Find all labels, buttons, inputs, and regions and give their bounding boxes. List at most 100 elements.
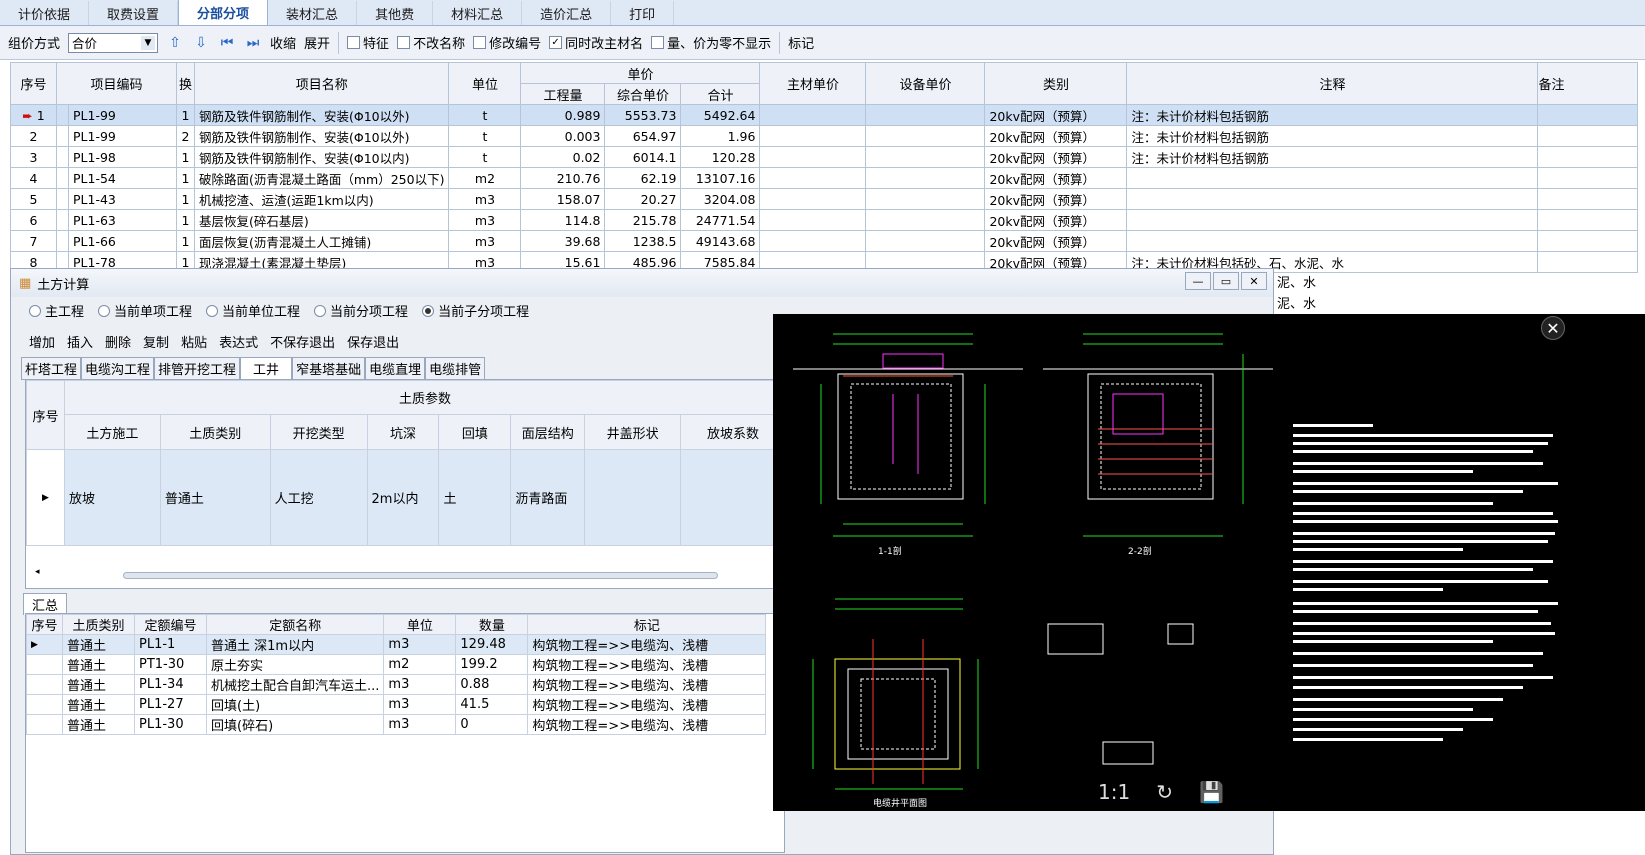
col-pit-depth[interactable]: 坑深 [366,414,440,450]
table-row[interactable]: 6 PL1-63 1 基层恢复(碎石基层) m3 114.8 215.78 24771… [10,209,1639,231]
row-price[interactable]: 5553.73 [604,104,682,126]
tab-print[interactable]: 打印 [611,1,675,25]
cell-quota-name[interactable]: 原土夯实 [205,654,385,675]
cell-mark[interactable]: 构筑物工程=>>电缆沟、浅槽 [527,634,767,655]
scroll-left-icon[interactable]: ◂ [35,567,40,577]
horizontal-scrollbar[interactable]: ◂ [33,567,773,581]
row-equipment[interactable] [865,104,986,126]
expand-button[interactable]: 展开 [304,33,330,52]
row-name[interactable]: 破除路面(沥青混凝土路面（mm）250以下) [193,167,450,189]
row-qty[interactable]: 39.68 [520,230,606,252]
collapse-button[interactable]: 收缩 [270,33,296,52]
row-remark[interactable] [1537,209,1639,231]
row-price[interactable]: 20.27 [604,188,682,210]
cell-quantity[interactable]: 129.48 [455,634,529,655]
row-unit[interactable]: t [448,104,522,126]
row-note[interactable]: 注：未计价材料包括钢筋 [1126,104,1539,126]
table-row[interactable]: 普通土 PT1-30 原土夯实 m2 199.2 构筑物工程=>>电缆沟、浅槽 [26,654,767,675]
row-total[interactable]: 13107.16 [680,167,761,189]
row-unit[interactable]: m3 [448,209,522,231]
radio-unit-project[interactable]: 当前单位工程 [206,301,300,320]
tab-items[interactable]: 分部分项 [178,0,269,25]
cell-quota-name[interactable]: 机械挖土配合自卸汽车运土... [205,674,385,695]
row-remark[interactable] [1537,125,1639,147]
row-note[interactable] [1126,188,1539,210]
cell-soil-type[interactable]: 普通土 [62,694,135,715]
row-main-material[interactable] [759,167,867,189]
move-down-icon[interactable]: ⇩ [192,34,210,52]
close-viewer-icon[interactable]: ✕ [1541,316,1565,340]
table-row[interactable]: 普通土 PL1-30 回填(碎石) m3 0 构筑物工程=>>电缆沟、浅槽 [26,714,767,735]
table-row[interactable]: 5 PL1-43 1 机械挖渣、运渣(运距1km以内) m3 158.07 20.27… [10,188,1639,210]
insert-button[interactable]: 插入 [67,332,93,351]
cell-quota-code[interactable]: PL1-30 [134,714,207,735]
col-unit[interactable]: 单位 [383,614,457,635]
row-category[interactable]: 20kv配网（预算） [984,125,1128,147]
row-main-material[interactable] [759,146,867,168]
row-remark[interactable] [1537,167,1639,189]
row-qty[interactable]: 0.989 [520,104,606,126]
tab-narrow-tower-foundation[interactable]: 窄基塔基础 [292,357,366,380]
col-remark[interactable]: 备注 [1537,62,1639,105]
tab-fee-settings[interactable]: 取费设置 [89,1,179,25]
row-price[interactable]: 654.97 [604,125,682,147]
col-swap[interactable]: 换 [176,62,195,105]
row-category[interactable]: 20kv配网（预算） [984,188,1128,210]
row-name[interactable]: 钢筋及铁件钢筋制作、安装(Φ10以外) [193,104,450,126]
cell-mark[interactable]: 构筑物工程=>>电缆沟、浅槽 [527,694,767,715]
row-main-material[interactable] [759,125,867,147]
cell-pit-depth[interactable]: 2m以内 [366,449,440,546]
cell-quota-name[interactable]: 回填(碎石) [205,714,385,735]
exit-without-save-button[interactable]: 不保存退出 [270,332,335,351]
row-total[interactable]: 49143.68 [680,230,761,252]
tab-install-summary[interactable]: 装材汇总 [268,1,358,25]
col-mark[interactable]: 标记 [527,614,767,635]
cell-unit[interactable]: m3 [383,674,457,695]
cell-backfill[interactable]: 土 [438,449,512,546]
row-note[interactable] [1126,209,1539,231]
col-seq[interactable]: 序号 [26,614,63,635]
mark-button[interactable]: 标记 [788,33,814,52]
move-up-icon[interactable]: ⇧ [166,34,184,52]
row-category[interactable]: 20kv配网（预算） [984,230,1128,252]
row-code[interactable]: PL1-66 [68,230,177,252]
col-qty[interactable]: 工程量 [520,83,606,105]
row-code[interactable]: PL1-98 [68,146,177,168]
cell-slope[interactable] [680,449,774,546]
cell-soil-type[interactable]: 普通土 [159,449,271,546]
row-code[interactable]: PL1-99 [68,125,177,147]
row-equipment[interactable] [865,167,986,189]
row-swap[interactable]: 1 [176,146,195,168]
row-name[interactable]: 钢筋及铁件钢筋制作、安装(Φ10以内) [193,146,450,168]
row-remark[interactable] [1537,230,1639,252]
row-total[interactable]: 24771.54 [680,209,761,231]
cell-quota-code[interactable]: PL1-27 [134,694,207,715]
row-code[interactable]: PL1-54 [68,167,177,189]
tab-pricing-basis[interactable]: 计价依据 [0,1,90,25]
row-unit[interactable]: m2 [448,167,522,189]
row-total[interactable]: 1.96 [680,125,761,147]
col-name[interactable]: 项目名称 [193,62,450,105]
row-main-material[interactable] [759,230,867,252]
cell-unit[interactable]: m3 [383,634,457,655]
row-category[interactable]: 20kv配网（预算） [984,146,1128,168]
row-unit[interactable]: m3 [448,230,522,252]
table-row[interactable]: ▶ 放坡 普通土 人工挖 2m以内 土 沥青路面 [26,449,774,546]
row-unit[interactable]: m3 [448,188,522,210]
radio-sub-item-project[interactable]: 当前子分项工程 [422,301,529,320]
row-qty[interactable]: 0.02 [520,146,606,168]
cell-surface[interactable]: 沥青路面 [510,449,586,546]
col-total[interactable]: 合计 [680,83,761,105]
row-total[interactable]: 5492.64 [680,104,761,126]
cell-soil-type[interactable]: 普通土 [62,714,135,735]
row-price[interactable]: 215.78 [604,209,682,231]
table-row[interactable]: 普通土 PL1-34 机械挖土配合自卸汽车运土... m3 0.88 构筑物工程=>>电缆… [26,674,767,695]
table-row[interactable]: ▶ 普通土 PL1-1 普通土 深1m以内 m3 129.48 构筑物工程=>>电缆沟、浅槽 [26,634,767,655]
row-category[interactable]: 20kv配网（预算） [984,209,1128,231]
row-total[interactable]: 3204.08 [680,188,761,210]
tab-cable-trench[interactable]: 电缆沟工程 [81,357,155,380]
cell-quantity[interactable]: 0.88 [455,674,529,695]
tab-cost-summary[interactable]: 造价汇总 [522,1,612,25]
add-button[interactable]: 增加 [29,332,55,351]
row-remark[interactable] [1537,188,1639,210]
